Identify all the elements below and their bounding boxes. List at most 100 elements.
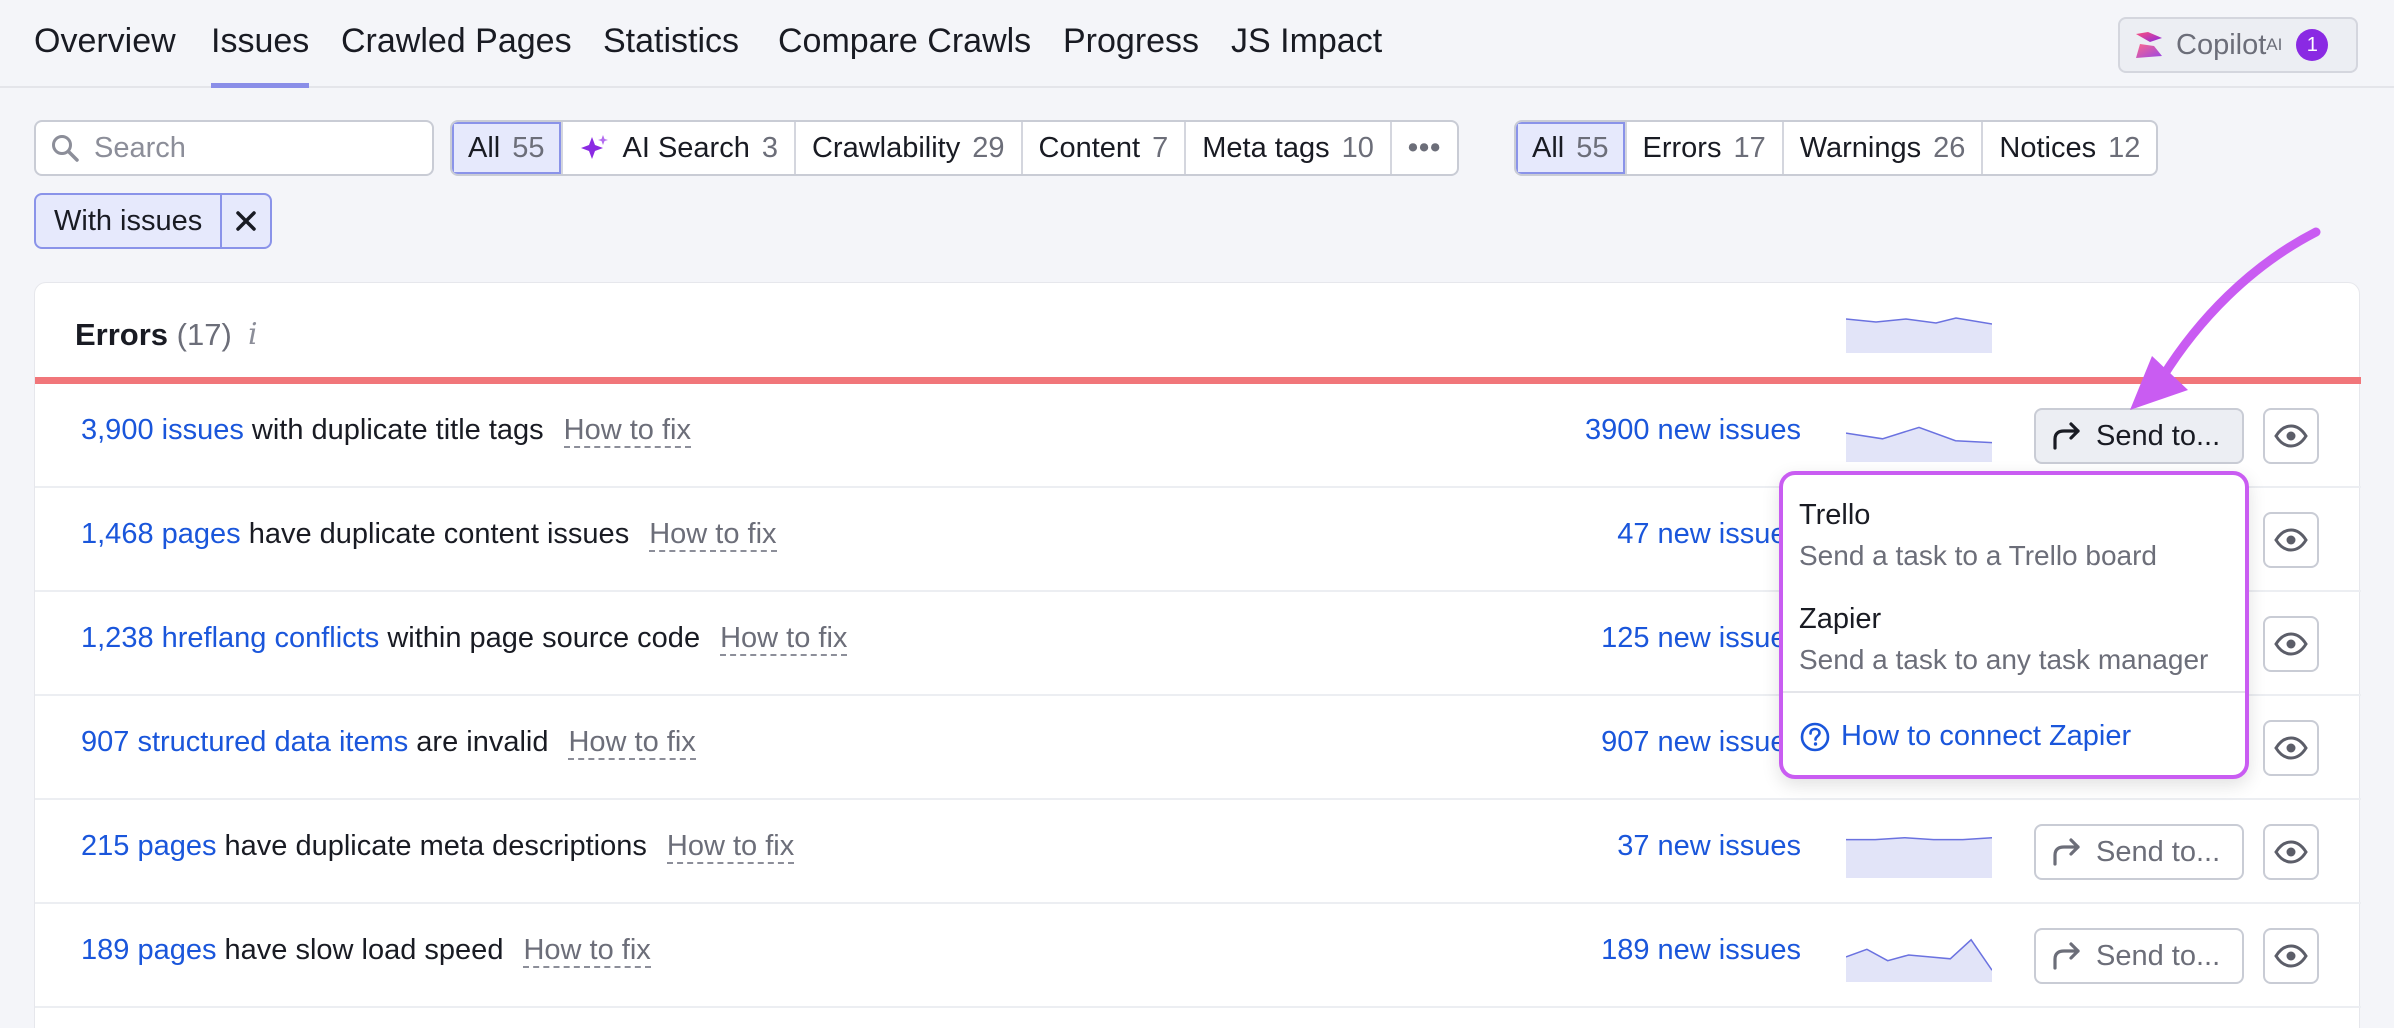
help-link-label: How to connect Zapier	[1841, 720, 2132, 752]
how-to-fix-link[interactable]: How to fix	[666, 830, 795, 864]
category-filter: All 55 AI Search 3 Crawlability 29 Content 7…	[450, 120, 1460, 176]
eye-icon	[2274, 528, 2308, 552]
annotation-arrow-icon	[2130, 227, 2321, 410]
issue-count-link[interactable]: 189 pages	[81, 934, 216, 966]
issue-text: have duplicate content issues	[248, 518, 630, 550]
error-severity-line	[35, 377, 2361, 384]
issue-description: 907 structured data items are invalid How…	[81, 726, 696, 760]
send-to-label: Send to...	[2096, 939, 2221, 972]
category-label: Content	[1038, 131, 1141, 164]
errors-title-text: Errors	[75, 317, 169, 352]
trend-sparkline	[1846, 426, 1992, 462]
severity-errors[interactable]: Errors 17	[1627, 122, 1784, 174]
hide-issue-button[interactable]	[2263, 616, 2319, 672]
tab-compare-crawls[interactable]: Compare Crawls	[778, 22, 1031, 88]
severity-label: Warnings	[1799, 131, 1922, 164]
issue-count-link[interactable]: 1,238 hreflang conflicts	[81, 622, 379, 654]
copilot-badge: 1	[2296, 29, 2329, 61]
new-issues-link[interactable]: 189 new issues	[1601, 934, 1801, 967]
more-categories-button[interactable]: •••	[1392, 122, 1457, 174]
sparkle-icon	[580, 135, 608, 159]
send-to-button[interactable]: Send to...	[2034, 824, 2244, 880]
item-description: Send a task to any task manager	[1799, 644, 2209, 675]
issue-count-link[interactable]: 1,468 pages	[81, 518, 241, 550]
remove-filter-button[interactable]	[222, 195, 270, 247]
category-count: 7	[1152, 131, 1169, 164]
category-count: 10	[1341, 131, 1374, 164]
chip-label: With issues	[36, 195, 223, 247]
table-row: 215 pages have duplicate meta descriptio…	[35, 800, 2361, 904]
issue-description: 189 pages have slow load speed How to fix	[81, 934, 651, 968]
active-filter-chip: With issues	[34, 193, 273, 249]
category-label: AI Search	[622, 131, 750, 164]
hide-issue-button[interactable]	[2263, 928, 2319, 984]
issue-text: are invalid	[416, 726, 549, 758]
category-meta-tags[interactable]: Meta tags 10	[1186, 122, 1392, 174]
dropdown-item-trello[interactable]: Trello Send a task to a Trello board	[1799, 499, 2157, 572]
severity-label: Errors	[1642, 131, 1722, 164]
issue-text: have slow load speed	[224, 934, 504, 966]
new-issues-link[interactable]: 37 new issues	[1617, 830, 1801, 863]
issue-description: 215 pages have duplicate meta descriptio…	[81, 830, 795, 864]
how-to-connect-zapier-link[interactable]: How to connect Zapier	[1799, 720, 2131, 753]
tab-statistics[interactable]: Statistics	[603, 22, 739, 88]
severity-notices[interactable]: Notices 12	[1983, 122, 2156, 174]
severity-label: Notices	[1999, 131, 2097, 164]
sparkline-line	[1846, 836, 1992, 841]
issue-description: 3,900 issues with duplicate title tags Ho…	[81, 414, 691, 448]
send-to-button[interactable]: Send to...	[2034, 928, 2244, 984]
category-ai-search[interactable]: AI Search 3	[563, 122, 796, 174]
how-to-fix-link[interactable]: How to fix	[720, 622, 848, 656]
severity-count: 26	[1933, 131, 1966, 164]
hide-issue-button[interactable]	[2263, 720, 2319, 776]
severity-warnings[interactable]: Warnings 26	[1784, 122, 1984, 174]
new-issues-link[interactable]: 47 new issues	[1617, 518, 1801, 551]
send-to-label: Send to...	[2096, 835, 2221, 868]
table-row: 189 pages have slow load speed How to fix…	[35, 904, 2361, 1008]
new-issues-link[interactable]: 3900 new issues	[1585, 414, 1801, 447]
new-issues-link[interactable]: 125 new issues	[1601, 622, 1801, 655]
sparkline-area	[1846, 427, 1992, 462]
copilot-button[interactable]: Copilot AI 1	[2118, 17, 2358, 73]
category-crawlability[interactable]: Crawlability 29	[796, 122, 1023, 174]
issue-count-link[interactable]: 215 pages	[81, 830, 216, 862]
severity-all[interactable]: All 55	[1516, 122, 1627, 174]
eye-icon	[2274, 944, 2308, 968]
share-arrow-icon	[2053, 422, 2080, 450]
how-to-fix-link[interactable]: How to fix	[563, 414, 691, 448]
tab-js-impact[interactable]: JS Impact	[1231, 22, 1382, 88]
tab-crawled-pages[interactable]: Crawled Pages	[341, 22, 572, 88]
hide-issue-button[interactable]	[2263, 512, 2319, 568]
new-issues-link[interactable]: 907 new issues	[1601, 726, 1801, 759]
errors-trend-sparkline	[1846, 317, 1992, 353]
how-to-fix-link[interactable]: How to fix	[568, 726, 696, 760]
how-to-fix-link[interactable]: How to fix	[523, 934, 651, 968]
dropdown-item-zapier[interactable]: Zapier Send a task to any task manager	[1799, 603, 2208, 676]
how-to-fix-link[interactable]: How to fix	[649, 518, 777, 552]
issue-count-link[interactable]: 3,900 issues	[81, 414, 244, 446]
issue-text: have duplicate meta descriptions	[224, 830, 647, 862]
sparkline-area	[1846, 837, 1992, 878]
eye-icon	[2274, 736, 2308, 760]
category-all[interactable]: All 55	[452, 122, 563, 174]
item-title: Zapier	[1799, 603, 1882, 635]
item-title: Trello	[1799, 499, 1871, 531]
hide-issue-button[interactable]	[2263, 824, 2319, 880]
share-arrow-icon	[2053, 838, 2080, 866]
search-box[interactable]	[34, 120, 434, 176]
category-content[interactable]: Content 7	[1023, 122, 1187, 174]
severity-label: All	[1532, 131, 1565, 164]
search-icon	[52, 135, 79, 162]
severity-count: 17	[1733, 131, 1766, 164]
tab-issues[interactable]: Issues	[211, 22, 310, 88]
issue-description: 1,468 pages have duplicate content issue…	[81, 518, 777, 552]
issue-count-link[interactable]: 907 structured data items	[81, 726, 408, 758]
top-navigation: Overview Issues Crawled Pages Statistics…	[0, 0, 2394, 88]
eye-icon	[2274, 840, 2308, 864]
tab-progress[interactable]: Progress	[1063, 22, 1199, 88]
issue-description: 1,238 hreflang conflicts within page sou…	[81, 622, 848, 656]
search-input[interactable]	[94, 131, 414, 165]
info-icon[interactable]: i	[248, 317, 258, 352]
category-count: 55	[512, 131, 545, 164]
tab-overview[interactable]: Overview	[34, 22, 176, 88]
